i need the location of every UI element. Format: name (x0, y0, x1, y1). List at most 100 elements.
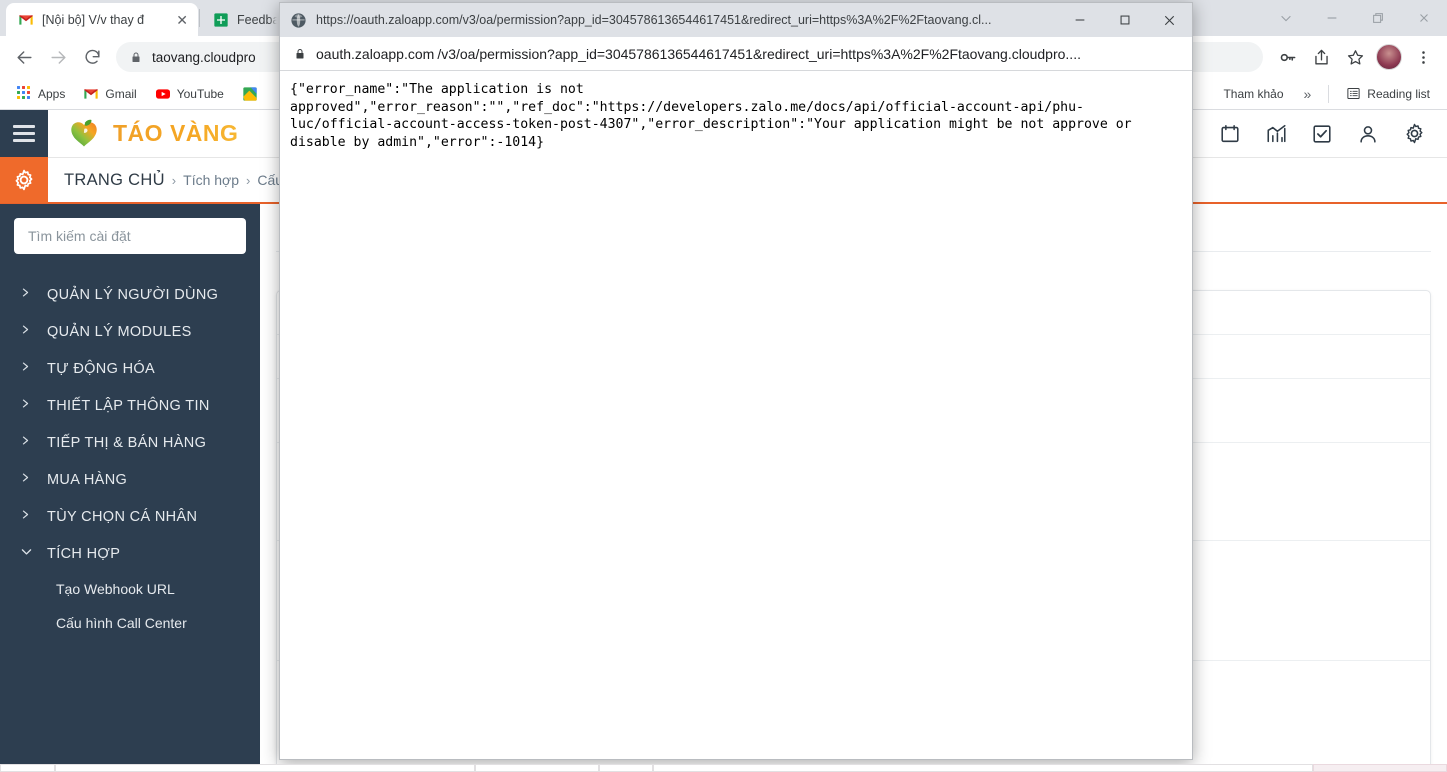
browser-window-controls (1263, 0, 1447, 36)
popup-window-controls (1057, 3, 1192, 37)
popup-close-button[interactable] (1147, 3, 1192, 37)
sidebar-item-label: TÙY CHỌN CÁ NHÂN (47, 508, 198, 525)
star-icon[interactable] (1339, 41, 1371, 73)
gmail-icon (19, 14, 33, 25)
sidebar-item-tich-hop[interactable]: TÍCH HỢP (0, 535, 260, 572)
taskbar-item[interactable] (0, 764, 55, 772)
bookmark-label: Gmail (105, 86, 137, 101)
tab-title: Feedba (237, 12, 277, 27)
popup-address-bar[interactable]: oauth.zaloapp.com /v3/oa/permission?app_… (280, 37, 1192, 71)
reading-list-icon (1347, 88, 1360, 99)
address-bar-text: taovang.cloudpro (152, 49, 256, 65)
taskbar-item[interactable] (475, 764, 599, 772)
lock-icon (132, 52, 140, 62)
chevron-right-icon (20, 397, 33, 414)
oauth-popup-window: https://oauth.zaloapp.com/v3/oa/permissi… (279, 2, 1193, 760)
chevron-right-icon (20, 360, 33, 377)
sidebar-item-label: MUA HÀNG (47, 471, 128, 488)
chevron-down-icon (20, 545, 33, 562)
forward-button[interactable] (42, 41, 74, 73)
taskbar-item[interactable] (599, 764, 653, 772)
tab-close-icon[interactable]: ✕ (176, 13, 188, 27)
taskbar-item[interactable] (55, 764, 475, 772)
popup-title: https://oauth.zaloapp.com/v3/oa/permissi… (316, 13, 992, 27)
share-icon[interactable] (1305, 41, 1337, 73)
sidebar-item-tuy-chon-ca-nhan[interactable]: TÙY CHỌN CÁ NHÂN (0, 498, 260, 535)
sidebar-item-label: QUẢN LÝ NGƯỜI DÙNG (47, 286, 219, 303)
minimize-icon[interactable] (1309, 1, 1355, 35)
browser-menu-icon[interactable] (1407, 41, 1439, 73)
bookmark-folder-thamkhao[interactable]: Tham khảo (1216, 84, 1290, 104)
sidebar-item-label: TIẾP THỊ & BÁN HÀNG (47, 434, 207, 451)
tab-title: [Nội bộ] V/v thay đ (42, 12, 145, 27)
bookmark-gmail[interactable]: Gmail (76, 83, 143, 105)
key-icon[interactable] (1271, 41, 1303, 73)
chevron-right-icon (20, 434, 33, 451)
avatar[interactable] (1373, 41, 1405, 73)
app-logo-text: TÁO VÀNG (113, 120, 239, 146)
search-input[interactable] (28, 228, 232, 244)
sidebar-item-thiet-lap-thong-tin[interactable]: THIẾT LẬP THÔNG TIN (0, 387, 260, 424)
sidebar-item-quan-ly-modules[interactable]: QUẢN LÝ MODULES (0, 313, 260, 350)
browser-tab-feedback[interactable]: Feedba (201, 3, 287, 36)
breadcrumb-home[interactable]: TRANG CHỦ (64, 171, 165, 190)
calendar-icon[interactable] (1217, 121, 1243, 147)
browser-tab-gmail[interactable]: [Nội bộ] V/v thay đ ✕ (6, 3, 198, 36)
maps-icon (243, 86, 257, 101)
sidebar-item-label: THIẾT LẬP THÔNG TIN (47, 397, 210, 414)
restore-icon[interactable] (1355, 1, 1401, 35)
gear-icon[interactable] (0, 157, 48, 203)
app-logo[interactable]: TÁO VÀNG (48, 116, 238, 152)
breadcrumb-item-tichhop[interactable]: Tích hợp (183, 172, 239, 188)
sidebar-item-label: QUẢN LÝ MODULES (47, 323, 192, 340)
popup-url-host: oauth.zaloapp.com (316, 45, 435, 62)
popup-maximize-button[interactable] (1102, 3, 1147, 37)
settings-gear-icon[interactable] (1401, 121, 1427, 147)
sidebar: QUẢN LÝ NGƯỜI DÙNG QUẢN LÝ MODULES TỰ ĐỘ… (0, 204, 260, 764)
popup-minimize-button[interactable] (1057, 3, 1102, 37)
chevron-right-icon (20, 471, 33, 488)
sidebar-item-tu-dong-hoa[interactable]: TỰ ĐỘNG HÓA (0, 350, 260, 387)
sidebar-item-quan-ly-nguoi-dung[interactable]: QUẢN LÝ NGƯỜI DÙNG (0, 276, 260, 313)
taskbar-tray[interactable] (1313, 764, 1447, 772)
chevron-right-icon (20, 323, 33, 340)
gmail-icon (84, 88, 99, 99)
bookmarks-divider (1328, 84, 1330, 103)
lock-icon (296, 48, 304, 58)
apps-grid-icon (17, 86, 32, 101)
bookmark-apps[interactable]: Apps (10, 83, 72, 104)
reading-list-button[interactable]: Reading list (1339, 83, 1437, 104)
reload-button[interactable] (76, 41, 108, 73)
sidebar-subitem-cau-hinh-call-center[interactable]: Cấu hình Call Center (0, 606, 260, 640)
sidebar-item-mua-hang[interactable]: MUA HÀNG (0, 461, 260, 498)
globe-icon (291, 12, 306, 28)
chevron-down-icon[interactable] (1263, 1, 1309, 35)
sidebar-item-label: TÍCH HỢP (47, 545, 121, 562)
back-button[interactable] (8, 41, 40, 73)
popup-content: {"error_name":"The application is not ap… (280, 71, 1192, 759)
close-icon[interactable] (1401, 1, 1447, 35)
analytics-icon[interactable] (1263, 121, 1289, 147)
screen: [Nội bộ] V/v thay đ ✕ Feedba taovang.clo… (0, 0, 1447, 772)
app-header-icons: 65 (1169, 112, 1447, 147)
breadcrumb-separator: › (171, 172, 177, 188)
user-icon[interactable] (1355, 121, 1381, 147)
bookmark-youtube[interactable]: YouTube (148, 83, 231, 105)
chevron-right-icon (20, 508, 33, 525)
sidebar-item-tiep-thi-ban-hang[interactable]: TIẾP THỊ & BÁN HÀNG (0, 424, 260, 461)
popup-title-bar[interactable]: https://oauth.zaloapp.com/v3/oa/permissi… (280, 3, 1192, 37)
sidebar-item-label: TỰ ĐỘNG HÓA (47, 360, 156, 377)
reading-list-label: Reading list (1367, 86, 1430, 101)
bookmark-maps[interactable] (235, 83, 271, 105)
sidebar-search[interactable] (14, 218, 246, 254)
hamburger-icon[interactable] (0, 110, 48, 158)
tasks-icon[interactable] (1309, 121, 1335, 147)
youtube-icon (155, 88, 170, 99)
popup-url-path: /v3/oa/permission?app_id=304578613654461… (437, 45, 1081, 62)
bookmark-label: Apps (38, 86, 66, 101)
sidebar-subitem-tao-webhook-url[interactable]: Tạo Webhook URL (0, 572, 260, 606)
taskbar-item[interactable] (653, 764, 1313, 772)
bookmarks-bar-right: Tham khảo » Reading list (1216, 83, 1437, 105)
bookmarks-overflow-button[interactable]: » (1297, 83, 1319, 105)
apple-heart-logo (71, 119, 97, 146)
